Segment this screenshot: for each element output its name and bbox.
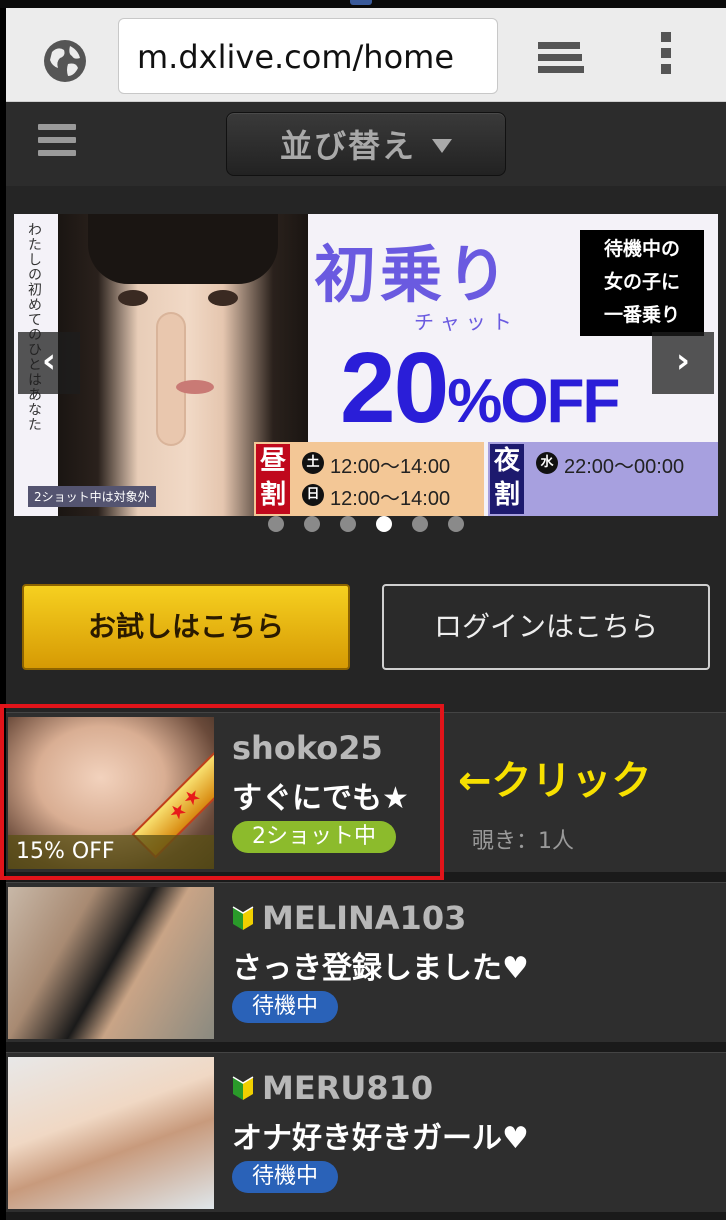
carousel-dot[interactable] [340,516,356,532]
day-discount-tag: 昼割 [256,444,290,514]
beginner-mark-icon [232,1076,254,1100]
performer-message: さっき登録しました♥ [232,951,529,986]
login-button[interactable]: ログインはこちら [382,584,710,670]
day-circle: 日 [302,484,324,506]
performer-message: すぐにでも★ [232,781,409,816]
performer-thumbnail[interactable]: ★★ 15% OFF [8,717,214,869]
beginner-mark-icon [232,906,254,930]
promo-banner[interactable]: わたしの初めてのひとはあなた 2ショット中は対象外 初乗り チャット 待機中の … [14,214,718,516]
trial-button[interactable]: お試しはこちら [22,584,350,670]
discount-unit: %OFF [447,367,620,436]
performer-thumbnail[interactable] [8,887,214,1039]
banner-callout-box: 待機中の 女の子に 一番乗り [580,230,704,336]
click-annotation: ←クリック [458,758,652,804]
performer-name: shoko25 [232,729,383,767]
sort-button-label: 並び替え [279,127,416,165]
night-discount-tag: 夜割 [490,444,524,514]
performer-name-wrap: MELINA103 [232,899,466,937]
banner-subtitle: チャット [414,310,518,334]
overflow-menu-icon[interactable] [661,32,673,84]
status-badge: 2ショット中 [232,821,396,853]
carousel-dot[interactable] [304,516,320,532]
status-indicator [350,0,372,5]
action-buttons: お試しはこちら ログインはこちら [6,544,726,712]
carousel-dot[interactable] [268,516,284,532]
night-time: 22:00～00:00 [564,456,685,478]
app-header: 並び替え [6,102,726,186]
dropdown-triangle-icon [432,139,452,153]
discount-value: 20 [340,332,449,444]
discount-badge: 15% OFF [8,835,214,869]
carousel-dot[interactable] [412,516,428,532]
banner-discount: 20%OFF [340,338,620,452]
banner-carousel: わたしの初めてのひとはあなた 2ショット中は対象外 初乗り チャット 待機中の … [6,186,726,544]
browser-toolbar: m.dxlive.com/home [6,8,726,102]
performer-name: MELINA103 [262,899,467,937]
system-status-strip [0,0,726,8]
performer-row[interactable]: MERU810 オナ好き好きガール♥ 待機中 [6,1052,726,1212]
night-circle: 水 [536,452,558,474]
carousel-prev-icon[interactable]: ‹ [18,332,80,394]
carousel-dot[interactable] [448,516,464,532]
banner-note: 2ショット中は対象外 [28,486,156,507]
carousel-next-icon[interactable]: › [652,332,714,394]
carousel-dots [268,516,464,532]
banner-title: 初乗り [314,238,513,311]
performer-row[interactable]: MELINA103 さっき登録しました♥ 待機中 [6,882,726,1042]
banner-schedule: 昼割 土 12:00～14:00 日 12:00～14:00 夜割 水 22:0… [254,442,718,516]
callout-line: 一番乗り [603,304,680,326]
day-time: 12:00～14:00 [330,456,451,478]
day-circle: 土 [302,452,324,474]
callout-line: 待機中の [603,238,680,260]
status-badge: 待機中 [232,991,339,1023]
watcher-count: 覗き：1人 [472,829,574,854]
carousel-dot-active[interactable] [376,516,392,532]
banner-vertical-text: わたしの初めてのひとはあなた [26,222,42,432]
sort-button[interactable]: 並び替え [226,112,506,176]
performer-thumbnail[interactable] [8,1057,214,1209]
hamburger-menu-icon[interactable] [38,124,76,160]
performer-name: MERU810 [262,1069,434,1107]
url-field[interactable]: m.dxlive.com/home [118,18,498,94]
day-time: 12:00～14:00 [330,488,451,510]
performer-name-wrap: MERU810 [232,1069,433,1107]
callout-line: 女の子に [603,271,680,293]
tabs-icon[interactable] [536,38,586,78]
globe-icon[interactable] [42,38,88,84]
performer-message: オナ好き好きガール♥ [232,1121,529,1156]
status-badge: 待機中 [232,1161,339,1193]
